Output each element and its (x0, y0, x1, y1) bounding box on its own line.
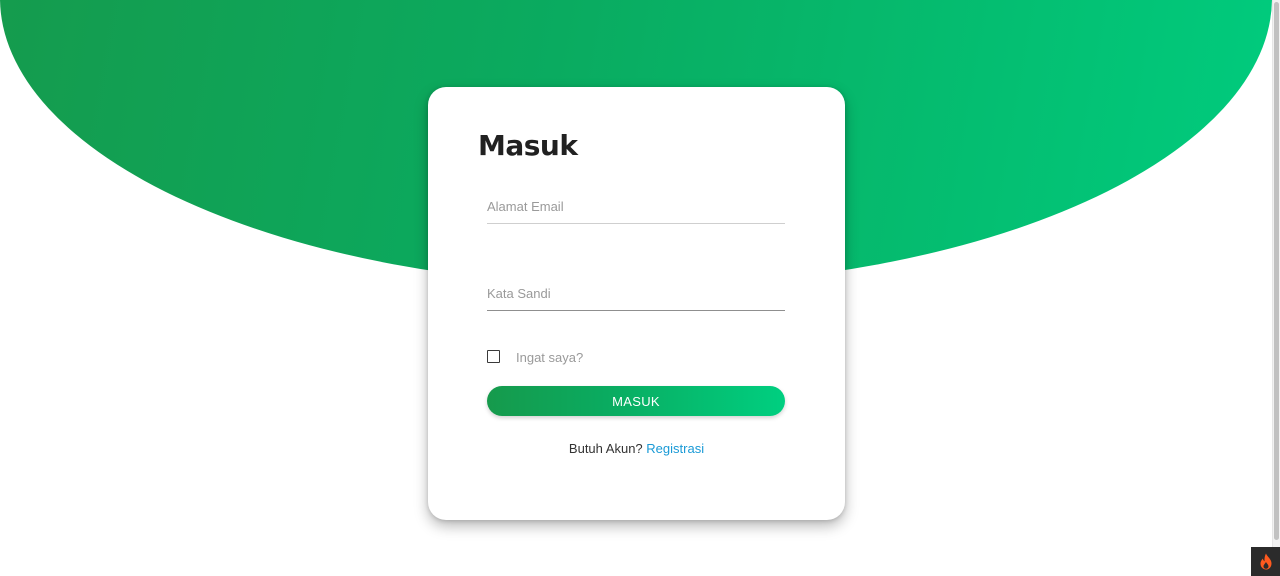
scrollbar[interactable] (1272, 0, 1280, 576)
register-link[interactable]: Registrasi (646, 441, 704, 456)
remember-me-checkbox[interactable] (487, 350, 500, 363)
login-page: Masuk Ingat saya? MASUK Butuh Akun? Regi… (0, 0, 1280, 576)
register-prompt: Butuh Akun? (568, 441, 643, 456)
login-card: Masuk Ingat saya? MASUK Butuh Akun? Regi… (428, 87, 845, 520)
scrollbar-thumb[interactable] (1274, 2, 1279, 540)
remember-me-label[interactable]: Ingat saya? (516, 350, 583, 365)
register-prompt-line: Butuh Akun? Registrasi (428, 441, 845, 456)
email-field[interactable] (487, 199, 785, 224)
email-field-wrapper (487, 198, 785, 224)
login-button[interactable]: MASUK (487, 386, 785, 416)
password-field[interactable] (487, 286, 785, 311)
flame-icon (1260, 553, 1271, 570)
debug-toolbar-button[interactable] (1251, 547, 1280, 576)
remember-me: Ingat saya? (487, 349, 583, 365)
password-field-wrapper (487, 285, 785, 311)
page-title: Masuk (478, 129, 578, 162)
